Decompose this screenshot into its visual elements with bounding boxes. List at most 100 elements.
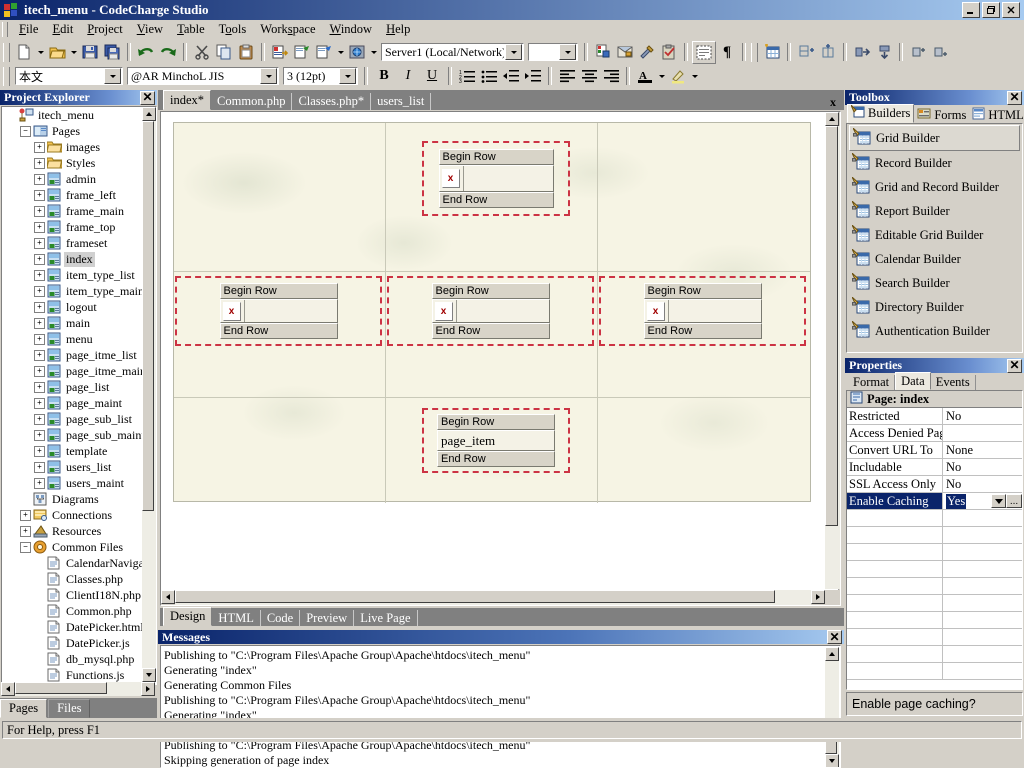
delete-x-icon[interactable]: x [441, 169, 460, 188]
toolbox-item-authentication-builder[interactable]: Authentication Builder [847, 319, 1022, 343]
canvas-vscrollbar[interactable] [825, 112, 840, 603]
publish-icon[interactable] [269, 42, 291, 63]
expand-icon[interactable]: + [20, 525, 31, 537]
properties-tab-events[interactable]: Events [931, 375, 976, 390]
tree-node-item-type-list[interactable]: + item_type_list [2, 267, 156, 283]
expand-icon[interactable]: + [20, 509, 31, 521]
property-row-empty[interactable] [847, 646, 1022, 663]
property-value[interactable]: No [943, 476, 1022, 492]
collapse-icon[interactable]: − [20, 541, 31, 553]
row-block-r2c2[interactable]: Begin Row x End Row [387, 276, 594, 346]
toolbar-grip[interactable] [3, 42, 10, 62]
property-value[interactable] [943, 612, 1022, 628]
new-document-icon[interactable] [13, 42, 35, 63]
canvas-hscroll-track[interactable] [175, 590, 811, 605]
database-icon[interactable] [614, 42, 636, 63]
expand-icon[interactable]: + [34, 349, 45, 361]
font-size-combo[interactable]: 3 (12pt) [283, 67, 358, 85]
generate-dropdown[interactable] [335, 42, 346, 63]
server-combo[interactable]: Server1 (Local/Network) [381, 43, 524, 61]
expand-icon[interactable]: + [34, 189, 45, 201]
highlighter-dropdown[interactable] [689, 66, 700, 87]
align-right-icon[interactable] [600, 66, 622, 87]
property-value[interactable] [943, 544, 1022, 560]
indent-icon[interactable] [522, 66, 544, 87]
expand-icon[interactable]: + [34, 221, 45, 233]
expand-icon[interactable]: + [34, 141, 45, 153]
clipboard-paste-icon[interactable] [235, 42, 257, 63]
row-block-r3c2[interactable]: Begin Row page_item End Row [422, 408, 570, 473]
toolbox-item-editable-grid-builder[interactable]: Editable Grid Builder [847, 223, 1022, 247]
tab-files[interactable]: Files [48, 699, 91, 718]
toolbox-tab-html[interactable]: HTML [969, 107, 1024, 123]
property-row-restricted[interactable]: Restricted No [847, 408, 1022, 425]
collapse-icon[interactable]: − [20, 125, 31, 137]
open-folder-dropdown[interactable] [68, 42, 79, 63]
expand-icon[interactable]: + [34, 157, 45, 169]
expand-icon[interactable]: + [34, 317, 45, 329]
tree-node-connections[interactable]: + Connections [2, 507, 156, 523]
menu-item-project[interactable]: Project [80, 20, 129, 39]
tree-node-frame-main[interactable]: + frame_main [2, 203, 156, 219]
delete-column-icon[interactable] [929, 42, 951, 63]
minimize-button[interactable] [962, 2, 980, 18]
expand-icon[interactable]: + [34, 429, 45, 441]
close-button[interactable] [1002, 2, 1020, 18]
expand-icon[interactable]: + [34, 445, 45, 457]
row-block-body[interactable]: x [219, 299, 338, 323]
property-value[interactable]: None [943, 442, 1022, 458]
expand-icon[interactable]: + [34, 237, 45, 249]
scissors-icon[interactable] [191, 42, 213, 63]
expand-icon[interactable]: + [34, 413, 45, 425]
row-block-r2c1[interactable]: Begin Row x End Row [175, 276, 382, 346]
tree-node-page-itme-list[interactable]: + page_itme_list [2, 347, 156, 363]
expand-icon[interactable]: + [34, 301, 45, 313]
canvas-vscroll-track[interactable] [825, 126, 840, 589]
tree-node-menu[interactable]: + menu [2, 331, 156, 347]
chevron-down-icon[interactable] [505, 44, 522, 60]
property-row-ssl-access-only[interactable]: SSL Access Only No [847, 476, 1022, 493]
insert-column-icon[interactable] [817, 42, 839, 63]
generate-all-icon[interactable] [313, 42, 335, 63]
delete-x-icon[interactable]: x [222, 301, 241, 321]
property-value[interactable] [943, 646, 1022, 662]
property-value[interactable] [943, 595, 1022, 611]
hammer-wrench-icon[interactable] [636, 42, 658, 63]
outdent-icon[interactable] [500, 66, 522, 87]
toolbox-item-calendar-builder[interactable]: Calendar Builder [847, 247, 1022, 271]
delete-x-icon[interactable]: x [434, 301, 453, 321]
scroll-down-button[interactable] [142, 668, 156, 682]
close-icon[interactable]: ✕ [827, 630, 842, 644]
menu-item-view[interactable]: View [130, 20, 170, 39]
project-tree[interactable]: itech_menu − Pages + images + Styles + admin + fra… [1, 106, 157, 685]
properties-tab-format[interactable]: Format [848, 375, 896, 390]
properties-tab-data[interactable]: Data [895, 372, 931, 390]
messages-list[interactable]: Publishing to "C:\Program Files\Apache G… [160, 645, 841, 768]
expand-icon[interactable]: + [34, 285, 45, 297]
tree-node-users-maint[interactable]: + users_maint [2, 475, 156, 491]
toolbox-tab-builders[interactable]: Builders [847, 104, 915, 123]
undo-arrow-icon[interactable] [135, 42, 157, 63]
restore-button[interactable] [982, 2, 1000, 18]
expand-icon[interactable]: + [34, 333, 45, 345]
globe-icon[interactable] [346, 42, 368, 63]
clipboard-check-icon[interactable] [658, 42, 680, 63]
property-row-access-denied-pag[interactable]: Access Denied Pag [847, 425, 1022, 442]
redo-arrow-icon[interactable] [157, 42, 179, 63]
canvas-hscrollbar[interactable] [161, 590, 825, 605]
row-block-r2c3[interactable]: Begin Row x End Row [599, 276, 806, 346]
tree-node-pages[interactable]: − Pages [2, 123, 156, 139]
scroll-up-button[interactable] [825, 112, 839, 126]
property-row-empty[interactable] [847, 595, 1022, 612]
expand-icon[interactable]: + [34, 461, 45, 473]
tree-node-page-sub-maint[interactable]: + page_sub_maint [2, 427, 156, 443]
canvas-hscroll-thumb[interactable] [175, 590, 775, 603]
tree-node-page-list[interactable]: + page_list [2, 379, 156, 395]
close-icon[interactable]: ✕ [1007, 90, 1022, 105]
underline-button[interactable]: U [420, 66, 444, 87]
tree-node-styles[interactable]: + Styles [2, 155, 156, 171]
expand-icon[interactable]: + [34, 253, 45, 265]
property-row-enable-caching[interactable]: Enable Caching Yes... [847, 493, 1022, 510]
property-row-includable[interactable]: Includable No [847, 459, 1022, 476]
italic-button[interactable]: I [396, 66, 420, 87]
